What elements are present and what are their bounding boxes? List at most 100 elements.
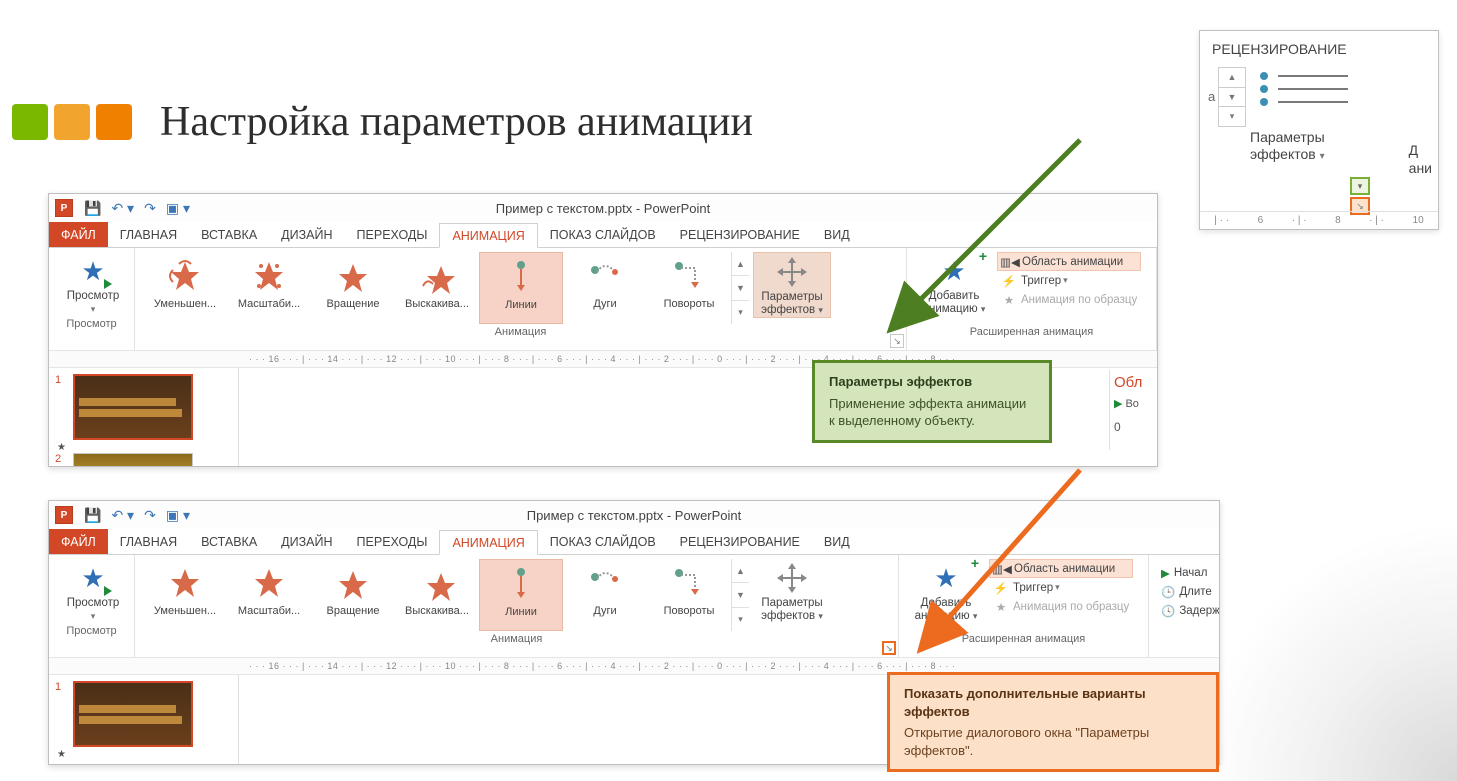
redo-icon[interactable]: ↷ [144,200,156,217]
animation-dialog-launcher[interactable]: ↘ [882,641,896,655]
anim-scale[interactable]: Масштаби... [227,559,311,631]
scroll-down-icon[interactable]: ▼ [732,583,749,607]
tab-slideshow[interactable]: ПОКАЗ СЛАЙДОВ [538,222,668,247]
animation-gallery[interactable]: Уменьшен... Масштаби... Вращение Выскаки… [143,559,890,631]
tab-slideshow[interactable]: ПОКАЗ СЛАЙДОВ [538,529,668,554]
group-animation: Уменьшен... Масштаби... Вращение Выскаки… [135,555,899,657]
tooltip-title: Параметры эффектов [829,373,1035,391]
redo-icon[interactable]: ↷ [144,507,156,524]
chevron-down-icon[interactable]: ▼ [1219,88,1245,108]
chevron-up-icon[interactable]: ▲ [1219,68,1245,88]
anim-spin[interactable]: Вращение [311,559,395,631]
scroll-up-icon[interactable]: ▲ [732,252,749,276]
add-animation-button[interactable]: + ★ Добавить анимацию ▾ [907,559,985,631]
add-animation-star-icon: ★ [929,561,963,595]
effect-options-button[interactable]: Параметры эффектов ▾ [753,252,831,318]
animation-pane-button[interactable]: ▥◀ Область анимации [989,559,1133,578]
spin-icon [333,256,373,296]
animation-gallery[interactable]: Уменьшен... Масштаби... Вращение Выскаки… [143,252,898,324]
tab-insert[interactable]: ВСТАВКА [189,529,269,554]
preview-button[interactable]: ★ Просмотр▾ [57,252,129,316]
tooltip-dialog-launcher: Показать дополнительные варианты эффекто… [887,672,1219,772]
tab-design[interactable]: ДИЗАЙН [269,529,344,554]
inset-screenshot: РЕЦЕНЗИРОВАНИЕ а ▲ ▼ ▾ Д ани Параметрыэф… [1199,30,1439,230]
inset-spinner[interactable]: ▲ ▼ ▾ [1218,67,1246,127]
anim-shrink[interactable]: Уменьшен... [143,559,227,631]
undo-icon[interactable]: ↶ ▾ [111,507,134,524]
anim-bounce[interactable]: Выскакива... [395,252,479,324]
start-slideshow-icon[interactable]: ▣ ▾ [166,200,190,217]
anim-lines[interactable]: Линии [479,252,563,324]
anim-turns[interactable]: Повороты [647,252,731,324]
expand-gallery-icon[interactable]: ▾ [732,301,749,324]
save-icon[interactable]: 💾 [84,200,101,217]
accent-block-yellow [54,104,90,140]
group-advanced-animation: + ★ Добавить анимацию ▾ ▥◀ Область анима… [907,248,1157,350]
gallery-scroller[interactable]: ▲ ▼ ▾ [731,559,749,631]
tab-view[interactable]: ВИД [812,529,862,554]
thumbnail-pane[interactable]: 1 ★ [49,675,239,764]
thumbnail-pane[interactable]: 1 ★ 2 [49,368,239,466]
accent-block-orange [96,104,132,140]
animation-painter-button[interactable]: ★ Анимация по образцу [997,290,1141,309]
group-preview: ★ Просмотр▾ Просмотр [49,555,135,657]
tab-view[interactable]: ВИД [812,222,862,247]
scale-icon [249,256,289,296]
tab-review[interactable]: РЕЦЕНЗИРОВАНИЕ [668,222,812,247]
chevron-expand-icon[interactable]: ▾ [1219,107,1245,126]
timing-duration[interactable]: 🕒Длите [1157,582,1211,601]
effect-options-button[interactable]: Параметры эффектов ▾ [753,559,831,623]
tab-file[interactable]: ФАЙЛ [49,222,108,247]
tab-animations[interactable]: АНИМАЦИЯ [439,530,537,555]
trigger-button[interactable]: ⚡ Триггер ▾ [989,578,1133,597]
bullet-dot-icon [1260,98,1268,106]
preview-button[interactable]: ★ Просмотр▾ [57,559,129,623]
anim-spin[interactable]: Вращение [311,252,395,324]
timing-delay[interactable]: 🕓Задерж [1157,601,1211,620]
window-title: Пример с текстом.pptx - PowerPoint [49,508,1219,523]
timing-start[interactable]: ▶Начал [1157,563,1211,582]
anim-bounce[interactable]: Выскакива... [395,559,479,631]
tab-review[interactable]: РЕЦЕНЗИРОВАНИЕ [668,529,812,554]
scroll-down-icon[interactable]: ▼ [732,276,749,300]
thumbnail-1[interactable]: 1 [55,374,232,440]
thumbnail-1[interactable]: 1 [55,681,232,747]
add-animation-button[interactable]: + ★ Добавить анимацию ▾ [915,252,993,324]
anim-scale[interactable]: Масштаби... [227,252,311,324]
gallery-scroller[interactable]: ▲ ▼ ▾ [731,252,749,324]
scroll-up-icon[interactable]: ▲ [732,559,749,583]
tab-design[interactable]: ДИЗАЙН [269,222,344,247]
anim-indicator-star: ★ [57,749,232,760]
undo-icon[interactable]: ↶ ▾ [111,200,134,217]
shrink-icon [165,256,205,296]
expand-gallery-icon[interactable]: ▾ [732,608,749,631]
animation-pane-button[interactable]: ▥◀ Область анимации [997,252,1141,271]
anim-lines[interactable]: Линии [479,559,563,631]
slide-heading: Настройка параметров анимации [12,98,753,146]
tab-transitions[interactable]: ПЕРЕХОДЫ [345,222,440,247]
anim-arcs[interactable]: Дуги [563,252,647,324]
effect-options-dropdown-highlight[interactable]: ▾ [1350,177,1370,195]
add-animation-star-icon: ★ [937,254,971,288]
powerpoint-logo-icon: P [55,199,73,217]
start-slideshow-icon[interactable]: ▣ ▾ [166,507,190,524]
tab-file[interactable]: ФАЙЛ [49,529,108,554]
anim-turns[interactable]: Повороты [647,559,731,631]
bounce-icon [417,563,457,603]
tab-home[interactable]: ГЛАВНАЯ [108,222,189,247]
save-icon[interactable]: 💾 [84,507,101,524]
animation-dialog-launcher[interactable]: ↘ [890,334,904,348]
thumbnail-2[interactable]: 2 [55,453,232,467]
animation-painter-button[interactable]: ★ Анимация по образцу [989,597,1133,616]
trigger-button[interactable]: ⚡ Триггер ▾ [997,271,1141,290]
tab-animations[interactable]: АНИМАЦИЯ [439,223,537,248]
turns-icon [669,256,709,296]
tab-home[interactable]: ГЛАВНАЯ [108,529,189,554]
anim-shrink[interactable]: Уменьшен... [143,252,227,324]
tab-transitions[interactable]: ПЕРЕХОДЫ [345,529,440,554]
inset-left-cut: а [1208,89,1218,104]
ribbon: ★ Просмотр▾ Просмотр Уменьшен... Масштаб… [49,248,1157,350]
plus-icon: + [971,555,979,571]
anim-arcs[interactable]: Дуги [563,559,647,631]
tab-insert[interactable]: ВСТАВКА [189,222,269,247]
